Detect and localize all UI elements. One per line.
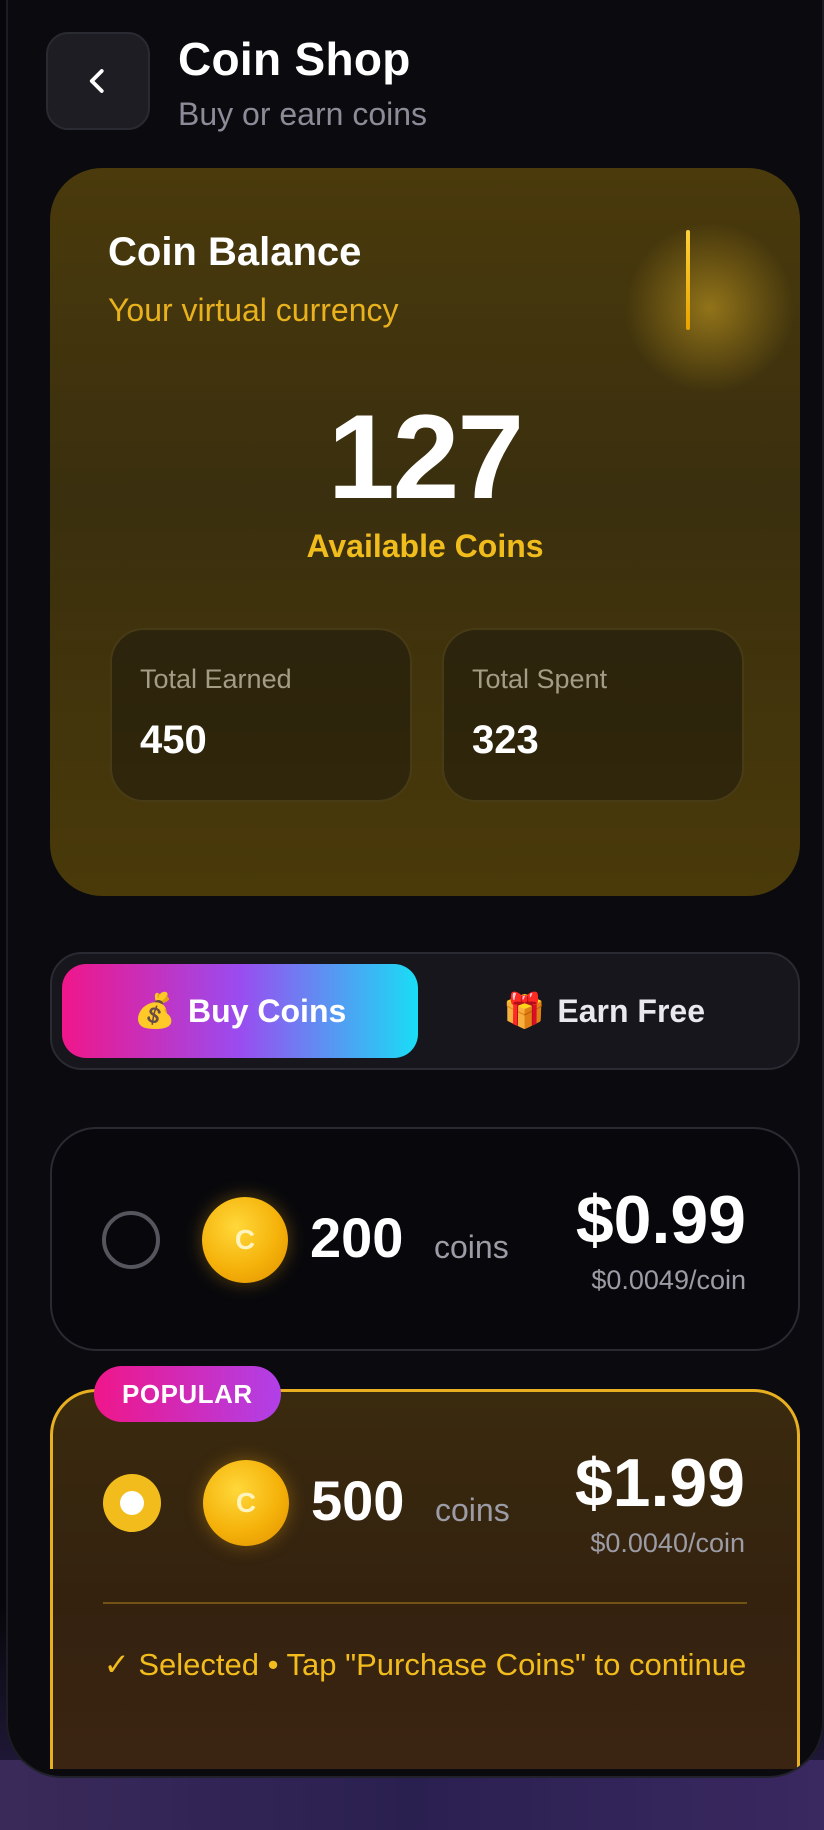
package-radio-selected[interactable] [103,1474,161,1532]
balance-title: Coin Balance [108,230,362,274]
tab-buy-coins[interactable]: 💰 Buy Coins [62,964,418,1058]
package-500-coins[interactable]: C 500 coins $1.99 $0.0040/coin ✓ Selecte… [50,1389,800,1769]
stat-label: Total Earned [140,664,292,694]
total-spent-stat: Total Spent 323 [442,628,744,802]
app-screen: Coin Shop Buy or earn coins Coin Balance… [6,0,824,1778]
tab-label: Buy Coins [188,992,347,1029]
page-title: Coin Shop [178,33,411,85]
tab-earn-free[interactable]: 🎁 Earn Free [418,964,790,1058]
package-radio[interactable] [102,1211,160,1269]
stat-value: 323 [472,718,539,762]
chevron-left-icon [89,69,104,93]
package-quantity: 500 [311,1469,405,1532]
package-price: $0.99 [575,1182,746,1258]
package-unit: coins [435,1492,510,1528]
total-earned-stat: Total Earned 450 [110,628,412,802]
page-subtitle: Buy or earn coins [178,96,428,132]
package-per-coin: $0.0040/coin [590,1528,745,1558]
balance-amount: 127 [327,390,524,524]
gift-icon: 🎁 [503,992,546,1030]
divider [103,1602,747,1604]
spinning-coin-icon [686,230,690,330]
money-bag-icon: 💰 [133,992,177,1030]
back-button[interactable] [46,32,150,130]
coin-icon: C [203,1460,289,1546]
package-price: $1.99 [574,1445,745,1521]
selected-note: ✓ Selected • Tap "Purchase Coins" to con… [103,1647,747,1682]
coin-icon: C [202,1197,288,1283]
stat-label: Total Spent [472,664,608,694]
package-200-coins[interactable]: C 200 coins $0.99 $0.0049/coin [50,1127,800,1351]
tab-label: Earn Free [557,992,705,1029]
coin-glow [610,208,800,408]
package-per-coin: $0.0049/coin [591,1265,746,1295]
coin-balance-card: Coin Balance Your virtual currency 127 A… [50,168,800,896]
popular-badge: POPULAR [94,1366,281,1422]
balance-amount-label: Available Coins [306,528,544,564]
package-quantity: 200 [310,1206,404,1269]
shop-tabs: 💰 Buy Coins 🎁 Earn Free [50,952,800,1070]
balance-subtitle: Your virtual currency [108,292,399,328]
stat-value: 450 [140,718,207,762]
package-unit: coins [434,1229,509,1265]
